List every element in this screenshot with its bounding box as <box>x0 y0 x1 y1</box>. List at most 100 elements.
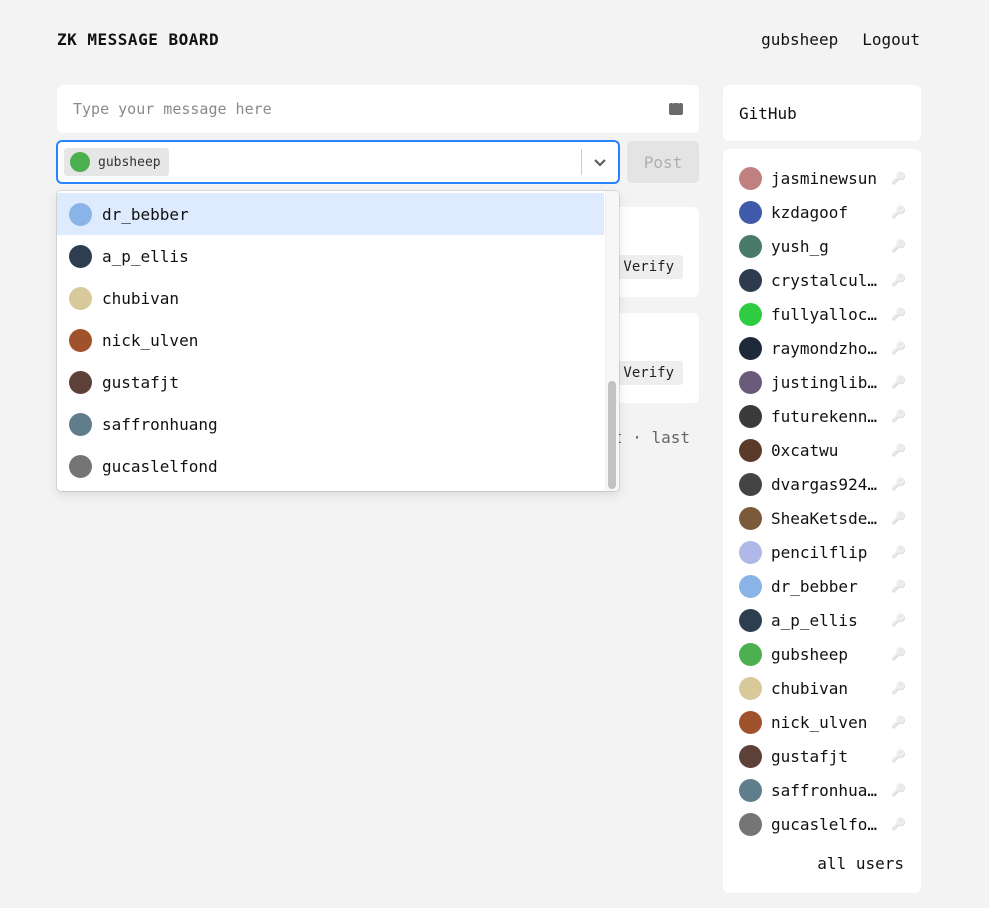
key-icon[interactable]: 🔑 <box>891 205 906 219</box>
user-list-item[interactable]: a_p_ellis 🔑 <box>723 603 921 637</box>
key-icon[interactable]: 🔑 <box>891 171 906 185</box>
avatar <box>739 404 762 428</box>
user-list-item[interactable]: gustafjt 🔑 <box>723 739 921 773</box>
selected-user-name: gubsheep <box>98 154 161 170</box>
dropdown-option[interactable]: a_p_ellis <box>57 235 604 277</box>
key-icon[interactable]: 🔑 <box>891 715 906 729</box>
github-link[interactable]: GitHub <box>739 104 797 123</box>
user-name: justinglib… <box>771 372 877 392</box>
key-icon[interactable]: 🔑 <box>891 307 906 321</box>
user-list-item[interactable]: yush_g 🔑 <box>723 229 921 263</box>
user-list-item[interactable]: saffronhuang 🔑 <box>723 773 921 807</box>
user-name: 0xcatwu <box>771 440 839 460</box>
user-name: dr_bebber <box>771 576 858 596</box>
user-list-item[interactable]: crystalcul… 🔑 <box>723 263 921 297</box>
key-icon[interactable]: 🔑 <box>891 545 906 559</box>
user-list-item[interactable]: kzdagoof 🔑 <box>723 195 921 229</box>
selected-user-chip[interactable]: gubsheep <box>64 148 169 176</box>
key-icon[interactable]: 🔑 <box>891 783 906 797</box>
verify-button[interactable]: Verify <box>614 255 683 279</box>
key-icon[interactable]: 🔑 <box>891 511 906 525</box>
user-name: gubsheep <box>771 644 849 664</box>
user-name: pencilflip <box>771 542 868 562</box>
chevron-down-icon[interactable] <box>582 142 618 182</box>
user-list-item[interactable]: fullyalloc… 🔑 <box>723 297 921 331</box>
user-name: chubivan <box>771 678 849 698</box>
user-list-item[interactable]: SheaKetsde… 🔑 <box>723 501 921 535</box>
user-list-item[interactable]: chubivan 🔑 <box>723 671 921 705</box>
user-list-item[interactable]: 0xcatwu 🔑 <box>723 433 921 467</box>
user-name: saffronhuang <box>771 780 881 800</box>
key-icon[interactable]: 🔑 <box>891 579 906 593</box>
avatar <box>69 454 92 478</box>
avatar <box>739 540 762 564</box>
user-name: fullyalloc… <box>771 304 877 324</box>
dropdown-option[interactable]: saffronhuang <box>57 403 604 445</box>
logout-link[interactable]: Logout <box>862 30 920 49</box>
user-list-item[interactable]: jasminewsun 🔑 <box>723 161 921 195</box>
dropdown-option[interactable]: dr_bebber <box>57 193 604 235</box>
key-icon[interactable]: 🔑 <box>891 443 906 457</box>
user-name: gustafjt <box>771 746 849 766</box>
username-link[interactable]: gubsheep <box>761 30 838 49</box>
user-name: SheaKetsde… <box>771 508 877 528</box>
avatar <box>739 608 762 632</box>
scrollbar-thumb[interactable] <box>608 381 616 489</box>
avatar <box>739 710 762 734</box>
dropdown-option-label: gustafjt <box>102 372 180 392</box>
avatar <box>739 166 762 190</box>
key-icon[interactable]: 🔑 <box>891 239 906 253</box>
key-icon[interactable]: 🔑 <box>891 477 906 491</box>
user-list-item[interactable]: raymondzho… 🔑 <box>723 331 921 365</box>
avatar <box>739 438 762 462</box>
user-list-item[interactable]: pencilflip 🔑 <box>723 535 921 569</box>
key-icon[interactable]: 🔑 <box>891 613 906 627</box>
key-icon[interactable]: 🔑 <box>891 409 906 423</box>
identity-select[interactable]: gubsheep <box>57 141 619 183</box>
verify-button[interactable]: Verify <box>614 361 683 385</box>
dropdown-option-label: gucaslelfond <box>102 456 218 476</box>
avatar <box>739 200 762 224</box>
avatar <box>739 336 762 360</box>
user-list-item[interactable]: gucaslelfo… 🔑 <box>723 807 921 841</box>
key-icon[interactable]: 🔑 <box>891 817 906 831</box>
dropdown-option[interactable]: nick_ulven <box>57 319 604 361</box>
message-input-card <box>57 85 699 133</box>
user-list-item[interactable]: dvargas924… 🔑 <box>723 467 921 501</box>
dropdown-option-label: nick_ulven <box>102 330 199 350</box>
user-list-item[interactable]: nick_ulven 🔑 <box>723 705 921 739</box>
key-icon[interactable]: 🔑 <box>891 341 906 355</box>
user-list-item[interactable]: justinglib… 🔑 <box>723 365 921 399</box>
dropdown-option[interactable]: gustafjt <box>57 361 604 403</box>
user-name: crystalcul… <box>771 270 877 290</box>
avatar <box>739 506 762 530</box>
user-list-item[interactable]: futurekenn… 🔑 <box>723 399 921 433</box>
key-icon[interactable]: 🔑 <box>891 375 906 389</box>
avatar <box>739 302 762 326</box>
dropdown-option-label: dr_bebber <box>102 204 189 224</box>
avatar <box>69 244 92 268</box>
user-name: kzdagoof <box>771 202 849 222</box>
key-icon[interactable]: 🔑 <box>891 749 906 763</box>
avatar <box>739 234 762 258</box>
avatar <box>69 370 92 394</box>
message-input[interactable] <box>73 100 669 118</box>
key-icon[interactable]: 🔑 <box>891 681 906 695</box>
all-users-link[interactable]: all users <box>817 854 904 873</box>
keyboard-icon[interactable] <box>669 98 688 115</box>
avatar <box>739 472 762 496</box>
post-button[interactable]: Post <box>627 141 699 183</box>
dropdown-option[interactable]: chubivan <box>57 277 604 319</box>
key-icon[interactable]: 🔑 <box>891 647 906 661</box>
avatar <box>739 642 762 666</box>
user-list-item[interactable]: gubsheep 🔑 <box>723 637 921 671</box>
key-icon[interactable]: 🔑 <box>891 273 906 287</box>
user-list-item[interactable]: dr_bebber 🔑 <box>723 569 921 603</box>
github-card: GitHub <box>723 85 921 141</box>
dropdown-option[interactable]: gucaslelfond <box>57 445 604 487</box>
avatar <box>739 370 762 394</box>
avatar <box>69 202 92 226</box>
avatar <box>739 574 762 598</box>
avatar <box>69 412 92 436</box>
avatar <box>739 812 762 836</box>
